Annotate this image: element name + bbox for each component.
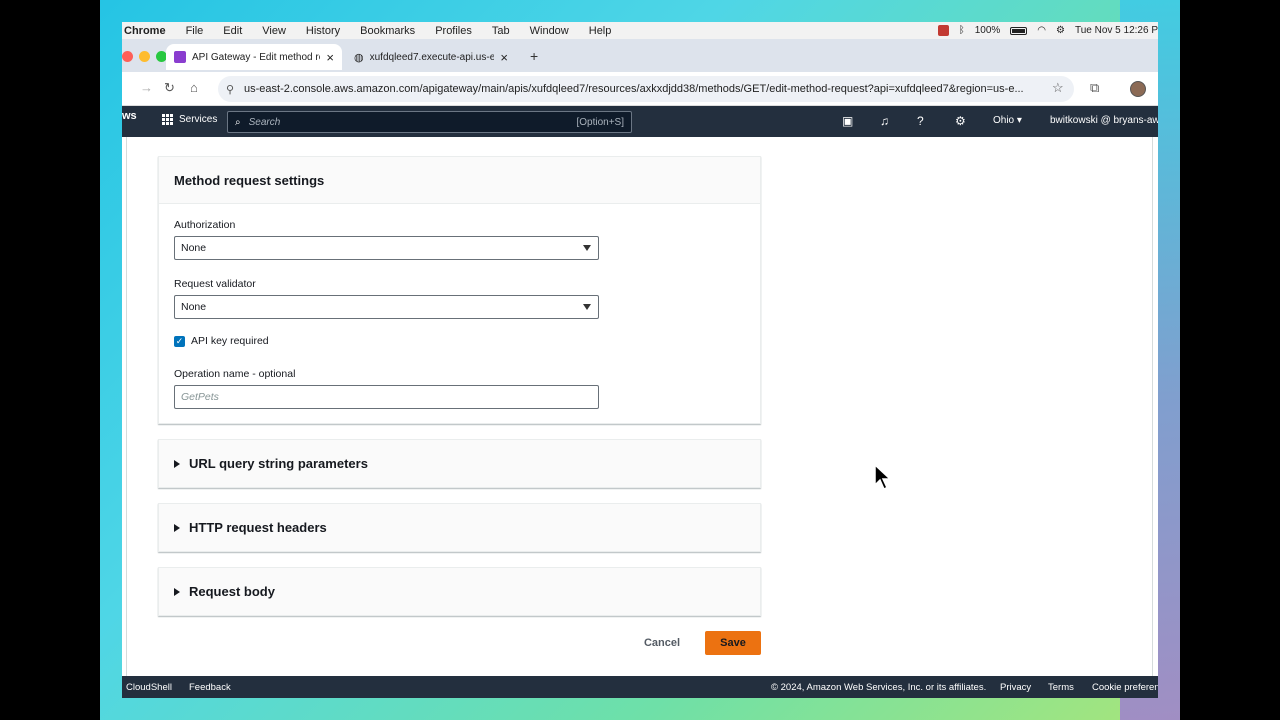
bell-icon[interactable]: ♫ [880, 114, 889, 128]
url-query-string-parameters-section[interactable]: URL query string parameters [158, 439, 761, 488]
authorization-value: None [181, 242, 207, 254]
services-label: Services [179, 114, 218, 125]
method-request-settings-panel: Method request settings Authorization No… [158, 156, 761, 424]
authorization-select[interactable]: None [174, 236, 599, 260]
profile-avatar[interactable] [1130, 81, 1146, 97]
datetime[interactable]: Tue Nov 5 12:26 P [1075, 25, 1158, 36]
request-validator-label: Request validator [174, 278, 256, 290]
aws-search-input[interactable]: ⌕ Search [Option+S] [227, 111, 632, 133]
privacy-link[interactable]: Privacy [1000, 682, 1031, 693]
api-key-required-label[interactable]: API key required [191, 335, 269, 347]
menu-bookmarks[interactable]: Bookmarks [360, 25, 415, 37]
main-content: Method request settings Authorization No… [122, 137, 1158, 676]
tab-title: API Gateway - Edit method re [192, 51, 321, 63]
reload-icon[interactable]: ↻ [164, 80, 175, 96]
bookmark-star-icon[interactable]: ☆ [1052, 80, 1064, 96]
menubar-status: ᛒ 100% ◠ ⚙ Tue Nov 5 12:26 P [937, 22, 1158, 39]
tab-close-icon[interactable]: × [326, 50, 334, 65]
cancel-button[interactable]: Cancel [642, 631, 682, 655]
menu-file[interactable]: File [186, 25, 204, 37]
panel-title: Method request settings [159, 157, 760, 204]
aws-header: ws Services ⌕ Search [Option+S] ▣ ♫ ? ⚙ … [122, 106, 1158, 137]
copyright-text: © 2024, Amazon Web Services, Inc. or its… [771, 682, 987, 693]
screen: Chrome File Edit View History Bookmarks … [122, 22, 1158, 698]
caret-right-icon [174, 587, 180, 596]
new-tab-button[interactable]: + [530, 48, 538, 64]
api-gateway-favicon-icon [174, 51, 186, 63]
tab-api-gateway[interactable]: API Gateway - Edit method re × [166, 44, 342, 70]
wifi-icon[interactable]: ◠ [1037, 25, 1046, 36]
help-icon[interactable]: ? [917, 114, 924, 128]
url-text: us-east-2.console.aws.amazon.com/apigate… [244, 83, 1024, 95]
desktop-background: Chrome File Edit View History Bookmarks … [100, 0, 1180, 720]
tab-execute-api[interactable]: ◍ xufdqleed7.execute-api.us-e × [346, 44, 516, 70]
menu-history[interactable]: History [306, 25, 340, 37]
operation-name-placeholder: GetPets [181, 391, 219, 403]
search-placeholder: Search [248, 116, 281, 128]
home-icon[interactable]: ⌂ [190, 80, 198, 95]
terms-link[interactable]: Terms [1048, 682, 1074, 693]
http-request-headers-section[interactable]: HTTP request headers [158, 503, 761, 552]
gear-icon[interactable]: ⚙ [955, 114, 966, 128]
tab-strip: API Gateway - Edit method re × ◍ xufdqle… [122, 39, 1158, 72]
menu-view[interactable]: View [262, 25, 286, 37]
site-info-icon[interactable]: ⚲ [226, 83, 234, 96]
search-shortcut: [Option+S] [576, 116, 624, 128]
aws-footer: CloudShell Feedback © 2024, Amazon Web S… [122, 676, 1158, 698]
api-key-required-row: ✓ API key required [174, 335, 269, 347]
cloudshell-icon[interactable]: ▣ [842, 114, 853, 128]
request-validator-select[interactable]: None [174, 295, 599, 319]
caret-right-icon [174, 459, 180, 468]
section-label: Request body [189, 584, 275, 599]
menu-tab[interactable]: Tab [492, 25, 510, 37]
tab-title: xufdqleed7.execute-api.us-e [369, 51, 495, 63]
caret-down-icon [583, 245, 591, 251]
authorization-label: Authorization [174, 219, 236, 231]
close-window-button[interactable] [122, 51, 133, 62]
section-label: URL query string parameters [189, 456, 368, 471]
section-label: HTTP request headers [189, 520, 327, 535]
operation-name-input[interactable]: GetPets [174, 385, 599, 409]
battery-percent: 100% [974, 25, 1001, 36]
menu-window[interactable]: Window [530, 25, 569, 37]
battery-icon[interactable] [1010, 26, 1028, 35]
request-body-section[interactable]: Request body [158, 567, 761, 616]
api-key-required-checkbox[interactable]: ✓ [174, 335, 185, 347]
control-center-icon[interactable]: ⚙ [1056, 25, 1065, 36]
feedback-link[interactable]: Feedback [189, 682, 231, 693]
save-button[interactable]: Save [705, 631, 761, 655]
record-icon[interactable] [937, 25, 949, 36]
forward-icon[interactable]: → [140, 80, 153, 95]
bluetooth-icon[interactable]: ᛒ [959, 25, 965, 36]
mouse-cursor-icon [874, 464, 892, 491]
address-bar: → ↻ ⌂ ⚲ us-east-2.console.aws.amazon.com… [122, 72, 1158, 106]
search-icon: ⌕ [235, 116, 241, 128]
menu-edit[interactable]: Edit [223, 25, 242, 37]
mac-menubar: Chrome File Edit View History Bookmarks … [122, 22, 1158, 39]
aws-logo[interactable]: ws [122, 110, 137, 122]
cloudshell-link[interactable]: CloudShell [126, 682, 172, 693]
minimize-window-button[interactable] [139, 51, 150, 62]
menu-profiles[interactable]: Profiles [435, 25, 472, 37]
globe-icon: ◍ [354, 51, 364, 64]
cookie-preferences-link[interactable]: Cookie preferen [1092, 682, 1158, 693]
tab-close-icon[interactable]: × [500, 50, 508, 65]
caret-right-icon [174, 523, 180, 532]
services-menu-button[interactable]: Services [162, 114, 217, 125]
grid-icon [162, 114, 173, 125]
extensions-icon[interactable]: ⧉ [1090, 80, 1099, 96]
menu-chrome[interactable]: Chrome [124, 25, 166, 37]
operation-name-label: Operation name - optional [174, 368, 296, 380]
caret-down-icon [583, 304, 591, 310]
request-validator-value: None [181, 301, 207, 313]
window-controls [122, 51, 167, 62]
url-field[interactable]: ⚲ us-east-2.console.aws.amazon.com/apiga… [218, 76, 1074, 102]
region-selector[interactable]: Ohio ▾ [993, 115, 1022, 126]
panel-body: Authorization None Request validator Non… [159, 204, 760, 423]
menu-help[interactable]: Help [589, 25, 612, 37]
account-menu[interactable]: bwitkowski @ bryans-aws [1050, 115, 1158, 126]
